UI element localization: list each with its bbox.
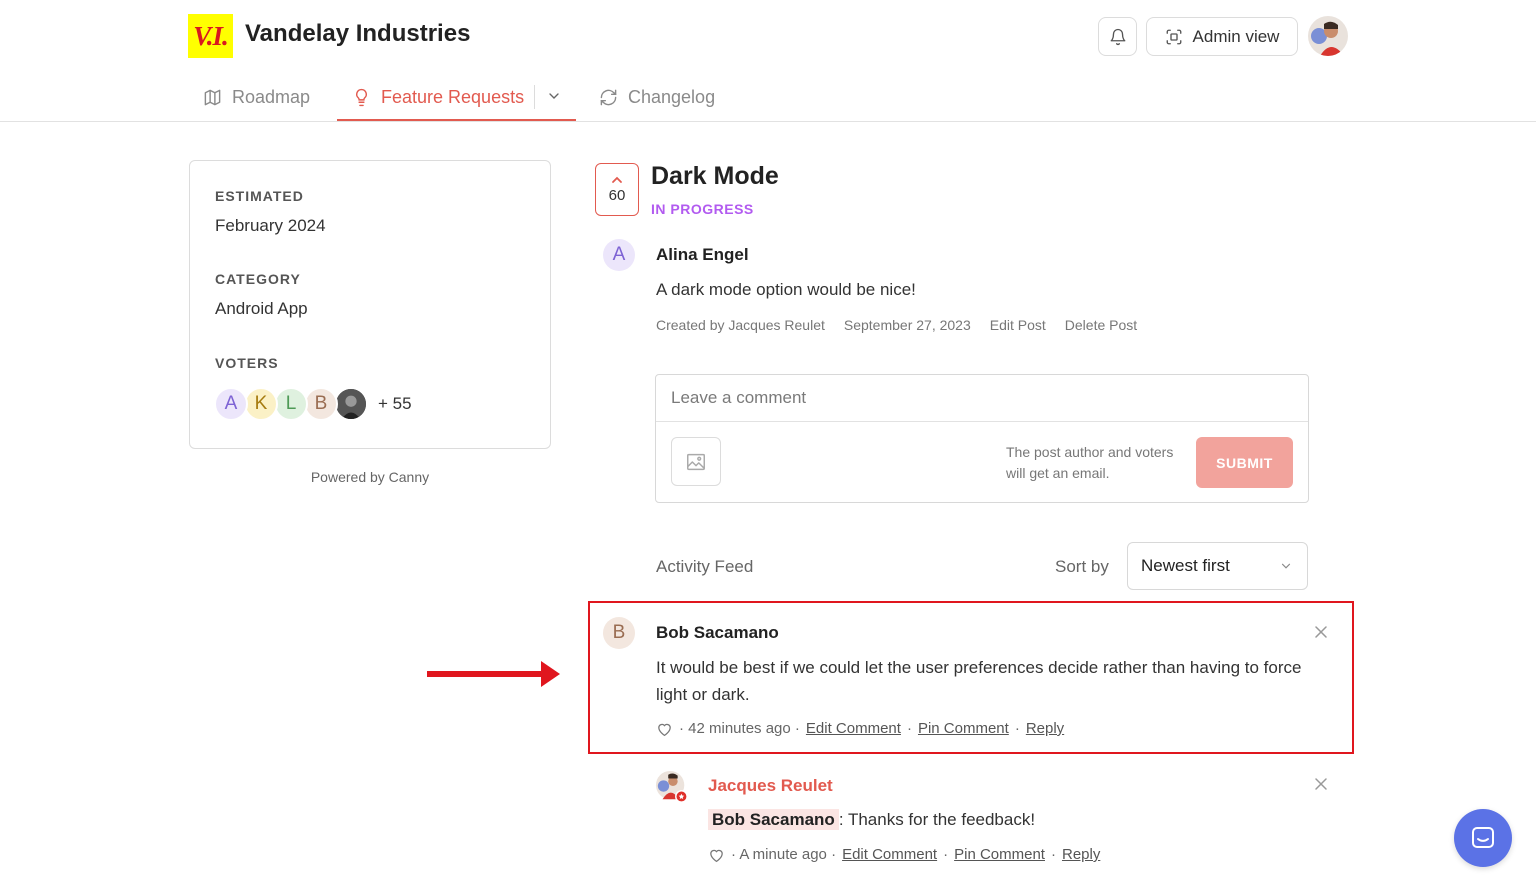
chevron-down-icon xyxy=(1281,563,1291,569)
company-name: Vandelay Industries xyxy=(245,20,471,47)
post-details-card: ESTIMATED February 2024 CATEGORY Android… xyxy=(189,160,551,449)
avatar: A xyxy=(603,239,635,271)
voters-label: VOTERS xyxy=(215,355,279,371)
comment-meta: · 42 minutes ago · Edit Comment · Pin Co… xyxy=(656,720,1064,737)
meta-separator: · xyxy=(1050,846,1056,863)
map-icon xyxy=(204,89,221,105)
post-author-name: Alina Engel xyxy=(656,245,749,264)
reply-link[interactable]: Reply xyxy=(1062,846,1100,863)
chevron-down-icon xyxy=(549,93,559,99)
comment-body: Bob Sacamano: Thanks for the feedback! xyxy=(708,806,1035,833)
bell-icon xyxy=(1110,28,1125,45)
lightbulb-icon xyxy=(356,88,367,106)
tab-changelog-label: Changelog xyxy=(628,86,716,107)
voter-avatar-photo[interactable] xyxy=(334,387,368,421)
delete-post-link[interactable]: Delete Post xyxy=(1065,317,1137,333)
comment-composer: The post author and voters will get an e… xyxy=(655,374,1309,503)
comment-text: : Thanks for the feedback! xyxy=(838,810,1036,829)
submit-button[interactable]: SUBMIT xyxy=(1196,437,1293,488)
comment-author-name: Bob Sacamano xyxy=(656,623,779,642)
powered-by-link[interactable]: Powered by Canny xyxy=(189,469,551,485)
tab-feature-requests-label: Feature Requests xyxy=(381,86,525,107)
tabs-divider xyxy=(0,121,1536,122)
sort-by-label: Sort by xyxy=(1055,557,1109,576)
reply-link[interactable]: Reply xyxy=(1026,720,1064,737)
attach-image-button[interactable] xyxy=(671,437,721,486)
user-mention[interactable]: Bob Sacamano xyxy=(708,809,839,830)
voter-avatar[interactable]: L xyxy=(274,387,308,421)
close-icon[interactable] xyxy=(1313,776,1329,792)
post-meta: Created by Jacques Reulet September 27, … xyxy=(656,317,1137,333)
category-label: CATEGORY xyxy=(215,271,301,287)
category-value: Android App xyxy=(215,299,308,318)
comment-author-name: Jacques Reulet xyxy=(708,776,833,795)
arrow-icon xyxy=(427,661,560,687)
meta-separator: · xyxy=(1014,720,1020,737)
status-badge: IN PROGRESS xyxy=(651,201,754,217)
user-avatar[interactable] xyxy=(1308,16,1348,56)
meta-separator: · xyxy=(906,720,912,737)
tab-changelog[interactable]: Changelog xyxy=(599,84,715,110)
voter-avatar[interactable]: A xyxy=(214,387,248,421)
estimated-label: ESTIMATED xyxy=(215,188,304,204)
vote-count: 60 xyxy=(608,186,626,204)
tab-roadmap-label: Roadmap xyxy=(232,86,311,107)
edit-comment-link[interactable]: Edit Comment xyxy=(806,720,901,737)
tab-feature-requests[interactable]: Feature Requests xyxy=(352,84,524,110)
scan-icon xyxy=(1166,29,1181,44)
edit-post-link[interactable]: Edit Post xyxy=(990,317,1046,333)
chat-launcher-button[interactable] xyxy=(1454,809,1512,867)
voters-list[interactable]: A K L B + 55 xyxy=(214,386,412,422)
company-logo[interactable]: V.I. xyxy=(188,14,233,58)
post-date: September 27, 2023 xyxy=(843,317,971,333)
voter-avatar[interactable]: K xyxy=(244,387,278,421)
chat-icon xyxy=(1472,827,1494,848)
comment-input[interactable] xyxy=(656,375,1308,422)
sort-select[interactable]: Newest first xyxy=(1127,542,1308,590)
estimated-value: February 2024 xyxy=(215,216,326,235)
heart-icon[interactable] xyxy=(656,721,673,737)
pin-comment-link[interactable]: Pin Comment xyxy=(954,846,1045,863)
sort-value: Newest first xyxy=(1141,556,1230,575)
comment-body: It would be best if we could let the use… xyxy=(656,658,1302,704)
heart-icon[interactable] xyxy=(708,847,725,863)
close-icon[interactable] xyxy=(1313,624,1329,640)
email-notice: The post author and voters will get an e… xyxy=(1006,444,1174,481)
admin-view-label: Admin view xyxy=(1192,26,1280,46)
created-by: Created by Jacques Reulet xyxy=(656,317,825,333)
activity-feed-label: Activity Feed xyxy=(656,557,754,576)
avatar xyxy=(655,770,689,804)
admin-view-button[interactable]: Admin view xyxy=(1146,17,1298,56)
post-body: A dark mode option would be nice! xyxy=(656,280,916,299)
comment-time: · A minute ago · xyxy=(731,846,837,863)
more-voters-count[interactable]: + 55 xyxy=(378,394,412,414)
upvote-button[interactable]: 60 xyxy=(595,163,639,216)
post-title: Dark Mode xyxy=(651,162,779,190)
tab-divider xyxy=(534,85,535,109)
refresh-icon xyxy=(600,89,617,105)
tab-dropdown-toggle[interactable] xyxy=(546,88,562,109)
voter-avatar[interactable]: B xyxy=(304,387,338,421)
image-icon xyxy=(687,453,705,470)
comment-meta: · A minute ago · Edit Comment · Pin Comm… xyxy=(708,846,1100,863)
edit-comment-link[interactable]: Edit Comment xyxy=(842,846,937,863)
comment-time: · 42 minutes ago · xyxy=(679,720,800,737)
meta-separator: · xyxy=(943,846,949,863)
chevron-up-icon xyxy=(612,176,622,183)
notifications-button[interactable] xyxy=(1098,17,1137,56)
avatar: B xyxy=(603,617,635,649)
tab-roadmap[interactable]: Roadmap xyxy=(203,84,310,110)
pin-comment-link[interactable]: Pin Comment xyxy=(918,720,1009,737)
